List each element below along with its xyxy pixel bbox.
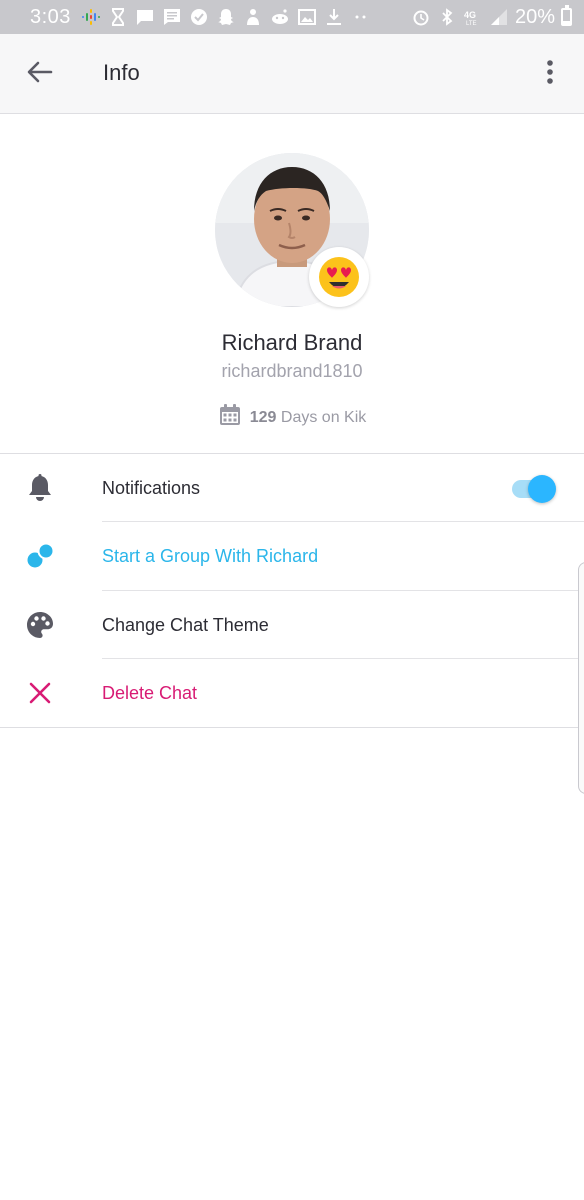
- notifications-label: Notifications: [102, 477, 201, 498]
- days-label: Days on Kik: [280, 408, 367, 426]
- dots-icon: [351, 8, 371, 26]
- delete-chat-row[interactable]: Delete Chat: [0, 659, 584, 727]
- status-notification-icons: [81, 8, 371, 26]
- download-icon: [324, 8, 344, 26]
- heart-eyes-emoji-icon: [309, 247, 369, 307]
- alarm-icon: [411, 8, 431, 26]
- delete-chat-label: Delete Chat: [102, 682, 198, 703]
- status-system-icons: 4G LTE 20%: [411, 5, 572, 29]
- display-name: Richard Brand: [221, 330, 363, 355]
- days-count: 129: [249, 408, 277, 426]
- more-vertical-icon: [546, 59, 554, 89]
- chat-bubble-icon: [135, 8, 155, 26]
- username: richardbrand1810: [221, 361, 363, 381]
- more-options-button[interactable]: [536, 56, 564, 92]
- snapchat-icon: [216, 8, 236, 26]
- back-arrow-icon: [27, 61, 53, 88]
- signal-icon: [489, 8, 509, 26]
- svg-text:LTE: LTE: [466, 21, 477, 26]
- 4g-lte-icon: 4G LTE: [463, 8, 483, 26]
- menu-bottom-divider: [0, 727, 584, 728]
- calendar-icon: [218, 403, 242, 432]
- close-icon: [24, 677, 56, 709]
- notifications-row[interactable]: Notifications: [0, 454, 584, 522]
- message-icon: [162, 8, 182, 26]
- verified-icon: [189, 8, 209, 26]
- page-title: Info: [103, 60, 140, 85]
- reddit-icon: [270, 8, 290, 26]
- app-bar: Info: [0, 34, 584, 114]
- edge-panel-handle[interactable]: [578, 562, 584, 794]
- change-theme-label: Change Chat Theme: [102, 614, 269, 635]
- back-button[interactable]: [22, 58, 58, 90]
- notifications-toggle[interactable]: [510, 475, 558, 503]
- battery-icon: [561, 5, 572, 26]
- bluetooth-icon: [437, 8, 457, 26]
- person-icon: [243, 8, 263, 26]
- status-time: 3:03: [30, 5, 71, 28]
- hourglass-icon: [108, 8, 128, 26]
- toggle-thumb: [528, 475, 556, 503]
- svg-text:4G: 4G: [464, 10, 476, 20]
- start-group-row[interactable]: Start a Group With Richard: [0, 522, 584, 590]
- start-group-label: Start a Group With Richard: [102, 545, 319, 566]
- group-icon: [24, 540, 56, 572]
- status-bar: 3:03 4G LTE 20%: [0, 0, 584, 34]
- days-on-kik: 129 Days on Kik: [0, 403, 584, 432]
- battery-percent: 20%: [514, 5, 555, 28]
- bell-icon: [24, 472, 56, 504]
- palette-icon: [24, 609, 56, 641]
- google-podcasts-icon: [81, 8, 101, 26]
- image-icon: [297, 8, 317, 26]
- profile-avatar[interactable]: [215, 153, 369, 307]
- change-theme-row[interactable]: Change Chat Theme: [0, 591, 584, 659]
